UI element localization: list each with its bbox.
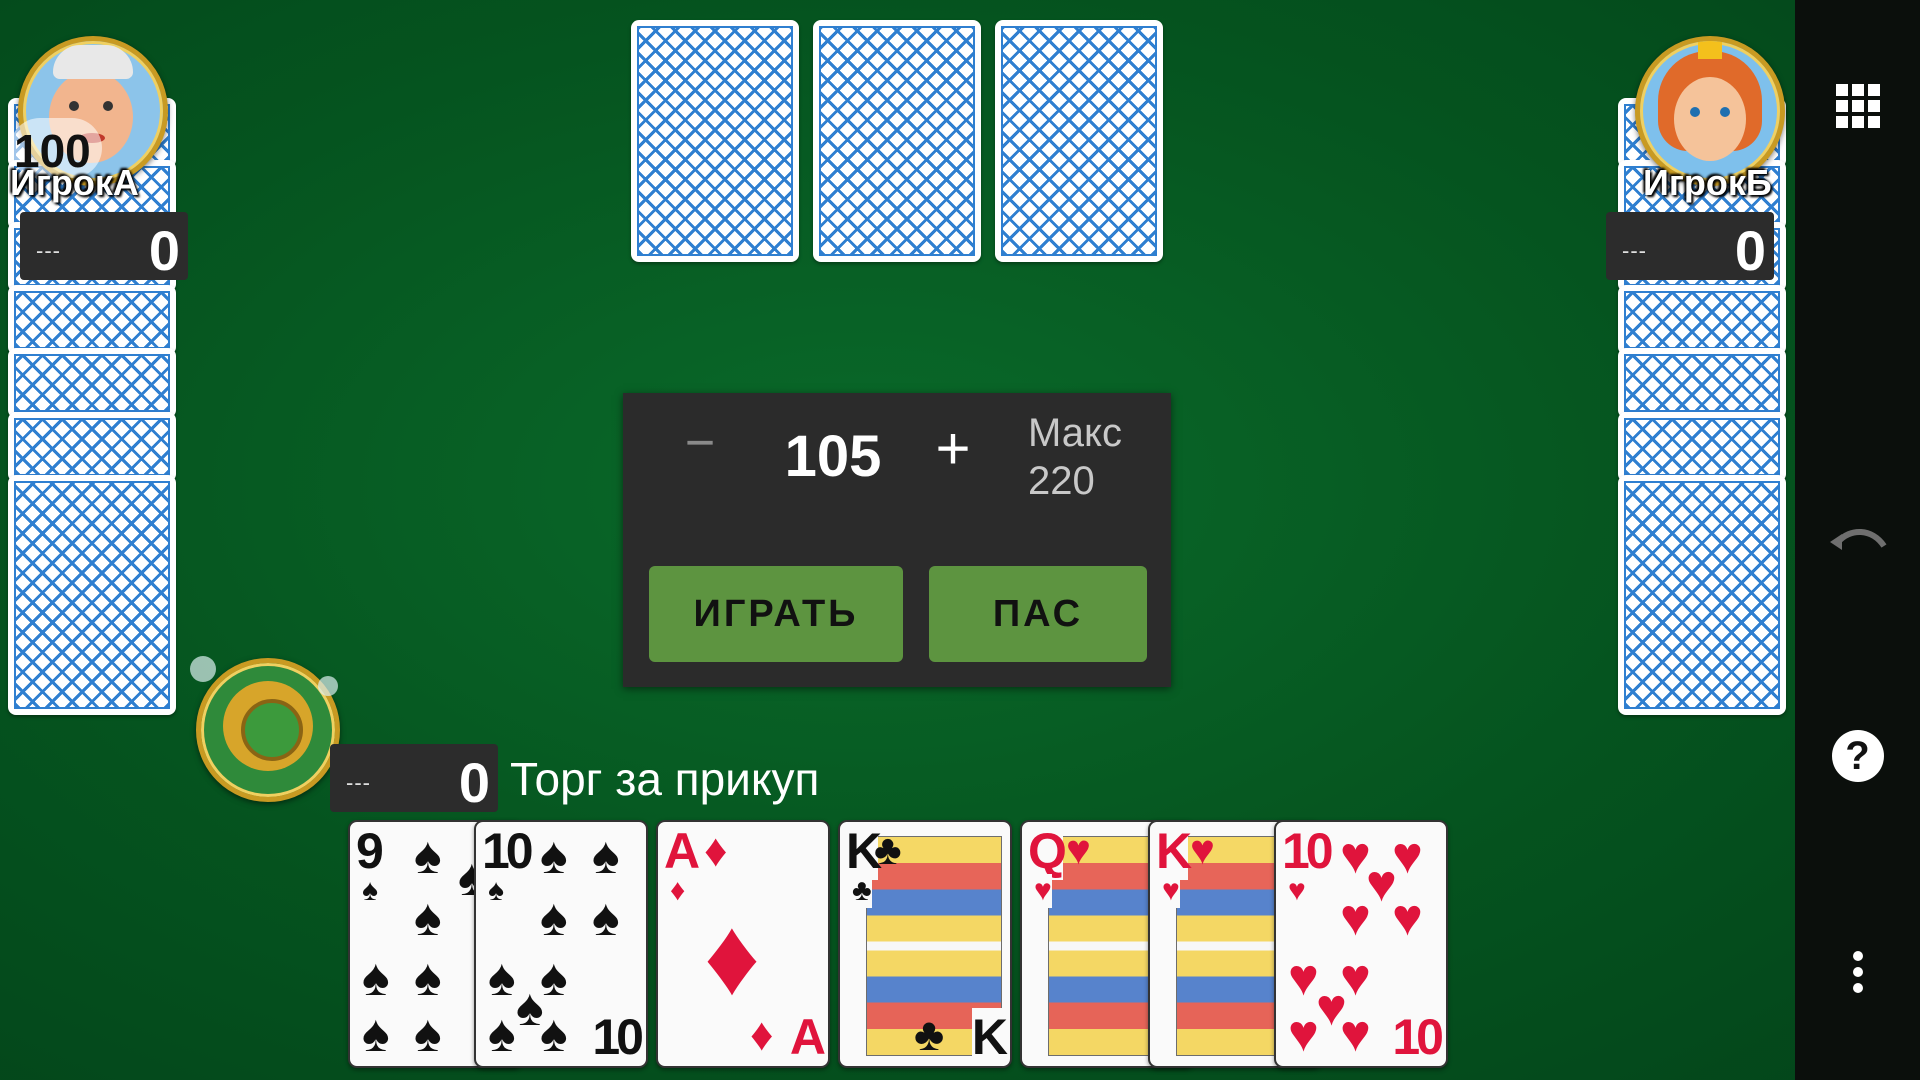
- bid-value: 105: [784, 424, 882, 489]
- right-player-score: 0: [1734, 219, 1766, 282]
- hand-card-10-spades[interactable]: 10 ♠ ♠ ♠ ♠ ♠ ♠ ♠ ♠ ♠ ♠ 10: [474, 820, 648, 1068]
- bid-max-label: Макс: [1028, 411, 1122, 455]
- hand-card-ace-diamonds[interactable]: A ♦ ♦ ♦ ♦ A: [656, 820, 830, 1068]
- game-status-text: Торг за прикуп: [510, 753, 820, 805]
- bid-panel: − 105 + Макс 220 ИГРАТЬ ПАС: [623, 393, 1171, 687]
- talon-card-2: [813, 20, 981, 262]
- bubble-icon: [190, 656, 216, 682]
- game-table: 100 ИгрокА --- 0 ИгрокБ --- 0 --- 0 Торг…: [0, 0, 1795, 1080]
- help-glyph: ?: [1845, 734, 1870, 778]
- left-player-bid: ---: [36, 238, 61, 263]
- my-score-box: --- 0: [330, 744, 498, 814]
- bid-increase-button[interactable]: +: [923, 419, 983, 479]
- more-vertical-icon[interactable]: [1852, 950, 1864, 994]
- help-icon[interactable]: ?: [1831, 730, 1884, 782]
- left-player-score: 0: [148, 219, 180, 282]
- action-sidebar: ?: [1795, 0, 1920, 1080]
- hand-card-10-hearts[interactable]: 10 ♥ ♥ ♥ ♥ ♥ ♥ ♥ ♥ ♥ ♥ ♥ 10: [1274, 820, 1448, 1068]
- bubble-icon: [318, 676, 338, 696]
- grid-menu-icon[interactable]: [1835, 84, 1880, 128]
- right-player-bid: ---: [1622, 238, 1647, 263]
- right-player-score-box: --- 0: [1606, 212, 1774, 282]
- my-bid: ---: [346, 770, 371, 795]
- my-avatar[interactable]: [196, 658, 340, 802]
- pass-button[interactable]: ПАС: [929, 566, 1147, 662]
- undo-icon[interactable]: [1828, 520, 1888, 560]
- talon-card-1: [631, 20, 799, 262]
- my-score: 0: [458, 751, 490, 814]
- play-button[interactable]: ИГРАТЬ: [649, 566, 903, 662]
- bid-decrease-button[interactable]: −: [675, 417, 725, 469]
- right-player-name: ИгрокБ: [1643, 162, 1772, 203]
- talon-card-3: [995, 20, 1163, 262]
- left-player-name: ИгрокА: [10, 162, 139, 203]
- hand-card-king-clubs[interactable]: K ♣ ♣ ♣ K: [838, 820, 1012, 1068]
- bid-max-value: 220: [1028, 459, 1095, 503]
- left-player-score-box: --- 0: [20, 212, 188, 282]
